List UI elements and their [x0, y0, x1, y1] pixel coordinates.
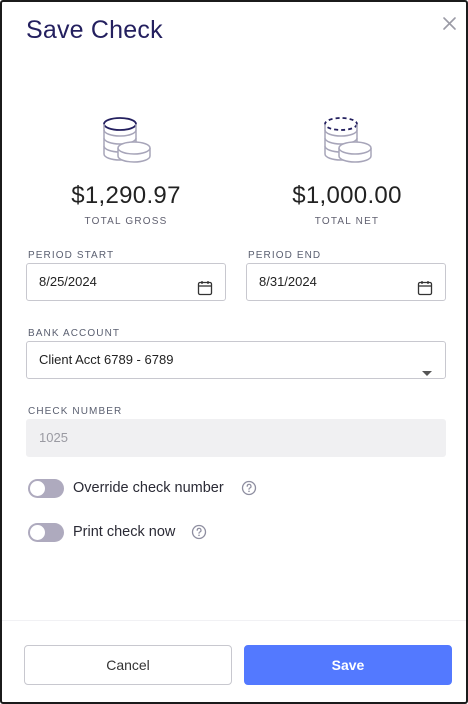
save-button[interactable]: Save: [244, 645, 452, 685]
total-net-label: TOTAL NET: [314, 216, 380, 227]
close-icon[interactable]: [440, 14, 460, 34]
bank-account-select[interactable]: Client Acct 6789 - 6789: [26, 341, 446, 379]
total-gross-amount: $1,290.97: [71, 182, 181, 209]
override-check-number-row: Override check number: [28, 479, 288, 499]
total-gross: $1,290.97 TOTAL GROSS: [26, 112, 226, 227]
print-check-now-label: Print check now: [73, 524, 176, 540]
override-check-number-label: Override check number: [73, 480, 224, 496]
save-check-dialog: Save Check $1,290.97 TOTAL GROSS $1,000.…: [0, 0, 468, 704]
total-net: $1,000.00 TOTAL NET: [247, 112, 447, 227]
total-gross-label: TOTAL GROSS: [84, 216, 168, 227]
bank-account-label: BANK ACCOUNT: [28, 328, 121, 339]
print-check-now-row: Print check now: [28, 523, 228, 543]
help-icon[interactable]: [241, 480, 257, 501]
override-check-number-toggle[interactable]: [28, 479, 64, 498]
check-number-value: 1025: [39, 430, 68, 445]
calendar-icon[interactable]: [197, 274, 213, 310]
period-start-field[interactable]: 8/25/2024: [26, 263, 226, 301]
total-net-amount: $1,000.00: [292, 182, 402, 209]
print-check-now-toggle[interactable]: [28, 523, 64, 542]
dialog-title: Save Check: [26, 16, 163, 44]
period-end-value: 8/31/2024: [259, 274, 317, 289]
coins-icon: [26, 112, 226, 168]
help-icon[interactable]: [191, 524, 207, 545]
period-start-value: 8/25/2024: [39, 274, 97, 289]
cancel-button[interactable]: Cancel: [24, 645, 232, 685]
check-number-label: CHECK NUMBER: [28, 406, 123, 417]
period-end-label: PERIOD END: [248, 250, 322, 261]
chevron-down-icon[interactable]: [421, 356, 433, 392]
calendar-icon[interactable]: [417, 274, 433, 310]
footer-divider: [2, 620, 466, 621]
period-end-field[interactable]: 8/31/2024: [246, 263, 446, 301]
period-start-label: PERIOD START: [28, 250, 115, 261]
bank-account-value: Client Acct 6789 - 6789: [39, 352, 174, 367]
coins-dashed-icon: [247, 112, 447, 168]
check-number-field: 1025: [26, 419, 446, 457]
